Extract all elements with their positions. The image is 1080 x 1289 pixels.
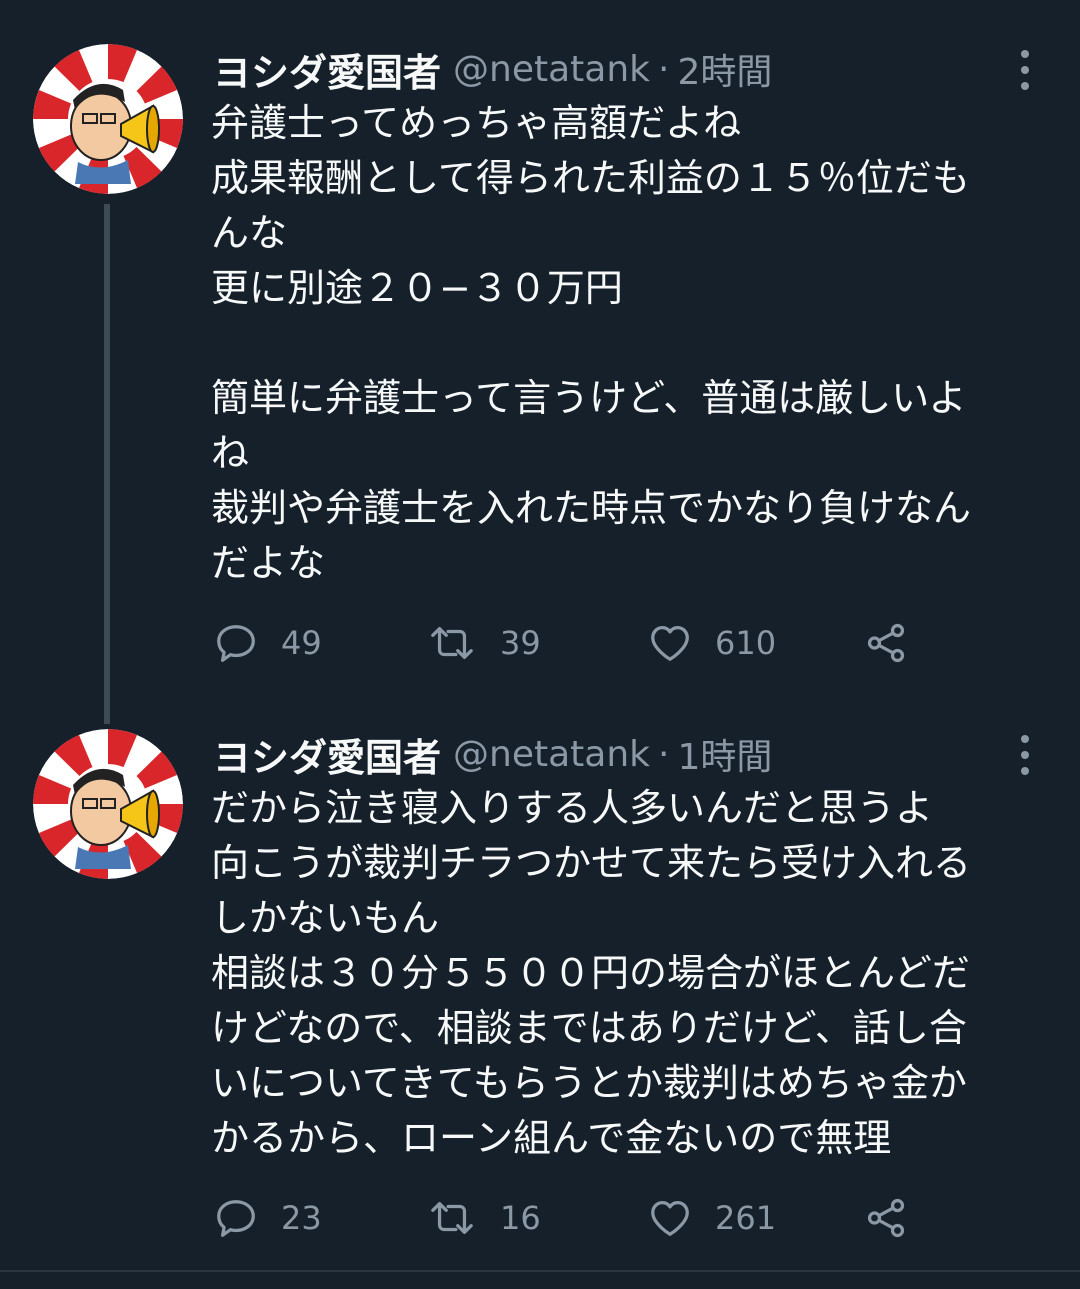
retweet-button[interactable]: 16 bbox=[426, 1193, 541, 1243]
text-line: 簡単に弁護士って言うけど、普通は厳しいよ bbox=[211, 376, 967, 420]
like-count: 610 bbox=[715, 624, 777, 662]
text-line: だから泣き寝入りする人多いんだと思うよ bbox=[211, 786, 934, 830]
heart-icon bbox=[651, 626, 689, 661]
share-icon bbox=[867, 1198, 905, 1238]
share-button[interactable] bbox=[863, 618, 909, 668]
separator-dot: · bbox=[658, 733, 670, 775]
reply-button[interactable]: 49 bbox=[213, 618, 322, 668]
reply-icon bbox=[217, 625, 255, 662]
like-button[interactable]: 610 bbox=[647, 618, 776, 668]
reply-count: 49 bbox=[281, 624, 322, 662]
text-line: しかないもん bbox=[211, 896, 440, 940]
divider bbox=[0, 1270, 1080, 1272]
text-line: 向こうが裁判チラつかせて来たら受け入れる bbox=[211, 841, 972, 885]
tweet-text: だから泣き寝入りする人多いんだと思うよ 向こうが裁判チラつかせて来たら受け入れる… bbox=[211, 781, 1051, 1166]
text-line: だよな bbox=[211, 541, 326, 585]
more-options-icon[interactable] bbox=[1010, 733, 1040, 777]
reply-button[interactable]: 23 bbox=[213, 1193, 322, 1243]
display-name[interactable]: ヨシダ愛国者 bbox=[213, 42, 441, 97]
text-line: 相談は３０分５５００円の場合がほとんどだ bbox=[211, 951, 970, 995]
like-count: 261 bbox=[715, 1199, 777, 1237]
more-options-icon[interactable] bbox=[1010, 48, 1040, 92]
tweet-1[interactable]: ヨシダ愛国者 @netatank · 2時間 弁護士ってめっちゃ高額だよね 成果… bbox=[0, 42, 1080, 724]
text-line: んな bbox=[211, 211, 288, 255]
avatar-image bbox=[33, 44, 183, 194]
text-line: ね bbox=[211, 431, 250, 475]
display-name[interactable]: ヨシダ愛国者 bbox=[213, 727, 441, 782]
heart-icon bbox=[651, 1201, 689, 1236]
retweet-count: 16 bbox=[500, 1199, 541, 1237]
separator-dot: · bbox=[658, 48, 670, 90]
text-line: いについてきてもらうとか裁判はめちゃ金か bbox=[211, 1061, 967, 1105]
avatar-image bbox=[33, 729, 183, 879]
action-bar: 23 16 261 bbox=[213, 1193, 1013, 1243]
retweet-count: 39 bbox=[500, 624, 541, 662]
like-button[interactable]: 261 bbox=[647, 1193, 776, 1243]
thread-line bbox=[104, 204, 110, 724]
reply-count: 23 bbox=[281, 1199, 322, 1237]
tweet-text: 弁護士ってめっちゃ高額だよね 成果報酬として得られた利益の１５％位だも んな 更… bbox=[211, 96, 1051, 591]
retweet-icon bbox=[431, 626, 473, 660]
text-line: 成果報酬として得られた利益の１５％位だも bbox=[211, 156, 970, 200]
timestamp[interactable]: 2時間 bbox=[677, 43, 772, 95]
text-line: 裁判や弁護士を入れた時点でかなり負けなん bbox=[211, 486, 972, 530]
text-line: 弁護士ってめっちゃ高額だよね bbox=[211, 101, 742, 145]
retweet-icon bbox=[431, 1201, 473, 1235]
action-bar: 49 39 610 bbox=[213, 618, 1013, 668]
user-handle[interactable]: @netatank bbox=[453, 49, 650, 90]
text-line: けどなので、相談まではありだけど、話し合 bbox=[211, 1006, 967, 1050]
share-button[interactable] bbox=[863, 1193, 909, 1243]
avatar[interactable] bbox=[33, 44, 183, 194]
retweet-button[interactable]: 39 bbox=[426, 618, 541, 668]
text-line: 更に別途２０−３０万円 bbox=[211, 266, 623, 310]
tweet-header: ヨシダ愛国者 @netatank · 2時間 bbox=[213, 42, 772, 97]
tweet-2[interactable]: ヨシダ愛国者 @netatank · 1時間 だから泣き寝入りする人多いんだと思… bbox=[0, 729, 1080, 1259]
reply-icon bbox=[217, 1200, 255, 1237]
avatar[interactable] bbox=[33, 729, 183, 879]
text-line bbox=[211, 316, 1051, 371]
tweet-header: ヨシダ愛国者 @netatank · 1時間 bbox=[213, 727, 772, 782]
timestamp[interactable]: 1時間 bbox=[677, 728, 772, 780]
share-icon bbox=[867, 623, 905, 663]
user-handle[interactable]: @netatank bbox=[453, 734, 650, 775]
text-line: かるから、ローン組んで金ないので無理 bbox=[211, 1116, 892, 1160]
